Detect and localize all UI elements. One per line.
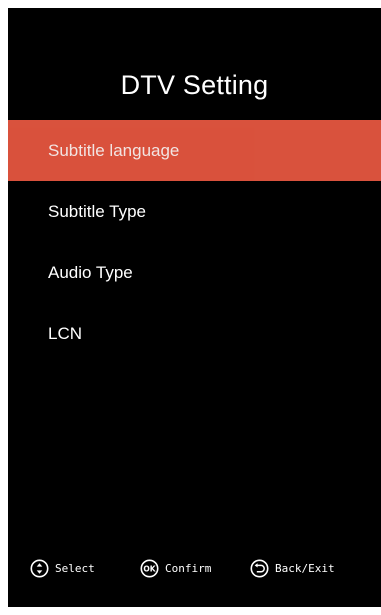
back-hint-label: Back/Exit [275,561,335,575]
menu-item-subtitle-language[interactable]: Subtitle language [8,120,381,181]
menu-item-label: Audio Type [48,263,133,282]
menu-item-lcn[interactable]: LCN [8,303,381,364]
ok-icon-text: OK [143,564,156,573]
page-title: DTV Setting [120,70,269,100]
settings-menu: Subtitle language Subtitle Type Audio Ty… [8,120,381,364]
menu-item-subtitle-type[interactable]: Subtitle Type [8,181,381,242]
select-hint: Select [30,554,95,582]
back-icon [250,559,269,577]
confirm-hint-label: Confirm [165,561,212,575]
back-hint: Back/Exit [250,554,335,582]
select-hint-label: Select [55,561,95,575]
confirm-hint: OK Confirm [140,554,211,582]
menu-item-label: Subtitle language [48,141,180,160]
ok-icon: OK [140,559,159,577]
button-hints-bar: Select OK Confirm Back/Exit [8,554,381,582]
menu-item-audio-type[interactable]: Audio Type [8,242,381,303]
menu-item-label: Subtitle Type [48,202,146,221]
menu-item-label: LCN [48,324,83,343]
up-down-icon [30,559,49,577]
tv-screen: DTV Setting Subtitle language Subtitle T… [8,8,381,607]
